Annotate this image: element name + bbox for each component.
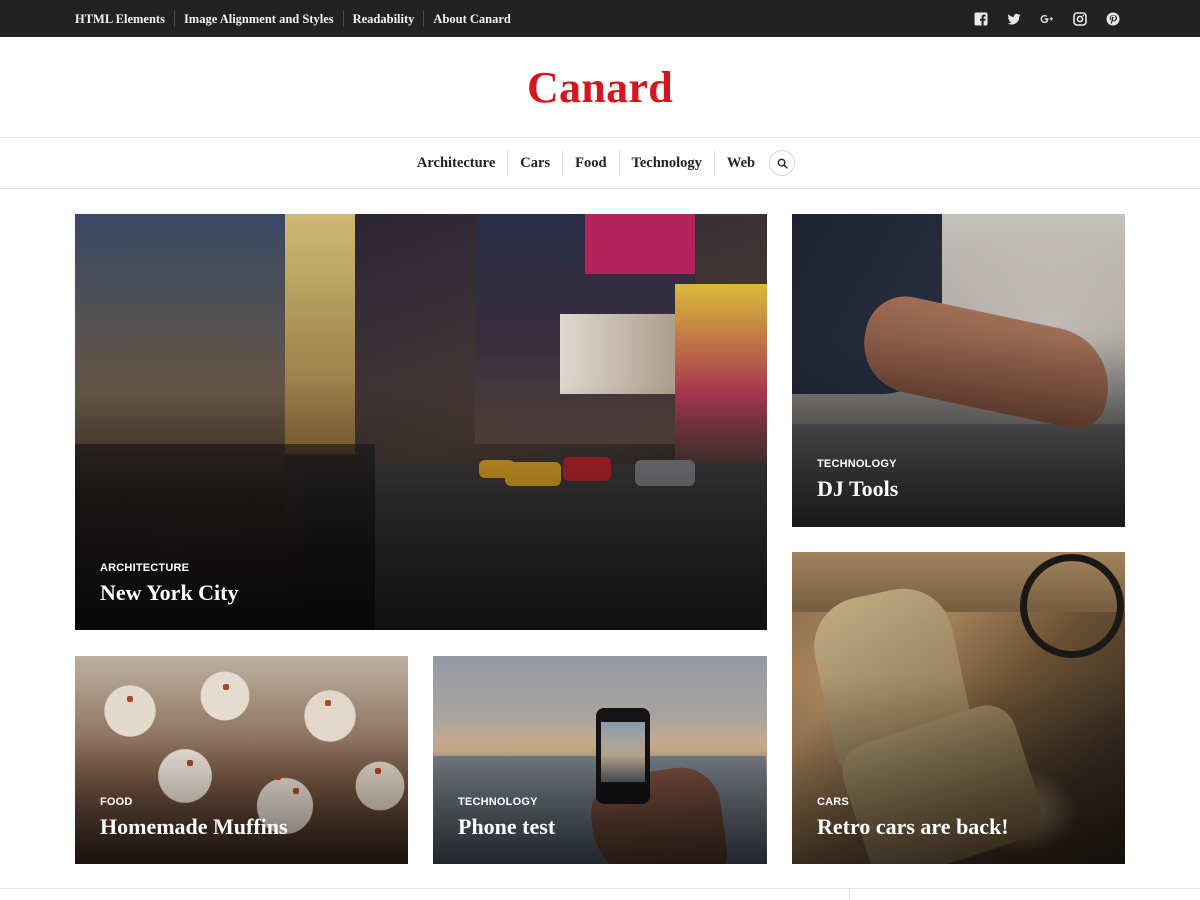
search-button[interactable] xyxy=(769,150,796,176)
social-links xyxy=(974,0,1120,37)
top-nav-link-about[interactable]: About Canard xyxy=(423,10,519,27)
pinterest-icon[interactable] xyxy=(1106,12,1120,26)
featured-post-new-york-city[interactable]: Architecture New York City xyxy=(75,214,767,630)
facebook-icon[interactable] xyxy=(974,12,988,26)
post-title[interactable]: DJ Tools xyxy=(817,476,898,502)
top-nav-link-readability[interactable]: Readability xyxy=(342,10,424,27)
nav-item-food[interactable]: Food xyxy=(562,150,618,176)
top-nav-link-html-elements[interactable]: HTML Elements xyxy=(75,11,174,27)
top-bar: HTML Elements Image Alignment and Styles… xyxy=(0,0,1200,37)
post-category[interactable]: Technology xyxy=(817,458,897,470)
post-category[interactable]: Cars xyxy=(817,796,849,808)
featured-post-phone-test[interactable]: Technology Phone test xyxy=(433,656,767,864)
featured-post-homemade-muffins[interactable]: Food Homemade Muffins xyxy=(75,656,408,864)
content-divider xyxy=(0,888,1200,889)
post-title[interactable]: Retro cars are back! xyxy=(817,814,1009,840)
post-category[interactable]: Food xyxy=(100,796,133,808)
nav-item-cars[interactable]: Cars xyxy=(507,150,562,176)
post-title[interactable]: Homemade Muffins xyxy=(100,814,288,840)
post-category[interactable]: Technology xyxy=(458,796,538,808)
featured-post-retro-cars[interactable]: Cars Retro cars are back! xyxy=(792,552,1125,864)
search-icon xyxy=(777,158,788,169)
nav-item-architecture[interactable]: Architecture xyxy=(405,150,507,176)
top-nav: HTML Elements Image Alignment and Styles… xyxy=(75,0,520,37)
twitter-icon[interactable] xyxy=(1007,12,1021,26)
nav-item-technology[interactable]: Technology xyxy=(618,150,714,176)
site-branding: Canard xyxy=(0,62,1200,113)
main-navigation: Architecture Cars Food Technology Web xyxy=(0,137,1200,189)
instagram-icon[interactable] xyxy=(1073,11,1087,26)
site-title[interactable]: Canard xyxy=(527,63,673,112)
google-plus-icon[interactable] xyxy=(1040,12,1054,26)
nav-item-web[interactable]: Web xyxy=(713,150,767,176)
post-title[interactable]: New York City xyxy=(100,580,239,606)
column-divider xyxy=(849,889,850,900)
post-title[interactable]: Phone test xyxy=(458,814,555,840)
featured-post-dj-tools[interactable]: Technology DJ Tools xyxy=(792,214,1125,527)
post-category[interactable]: Architecture xyxy=(100,562,189,574)
top-nav-link-image-alignment[interactable]: Image Alignment and Styles xyxy=(173,10,343,27)
